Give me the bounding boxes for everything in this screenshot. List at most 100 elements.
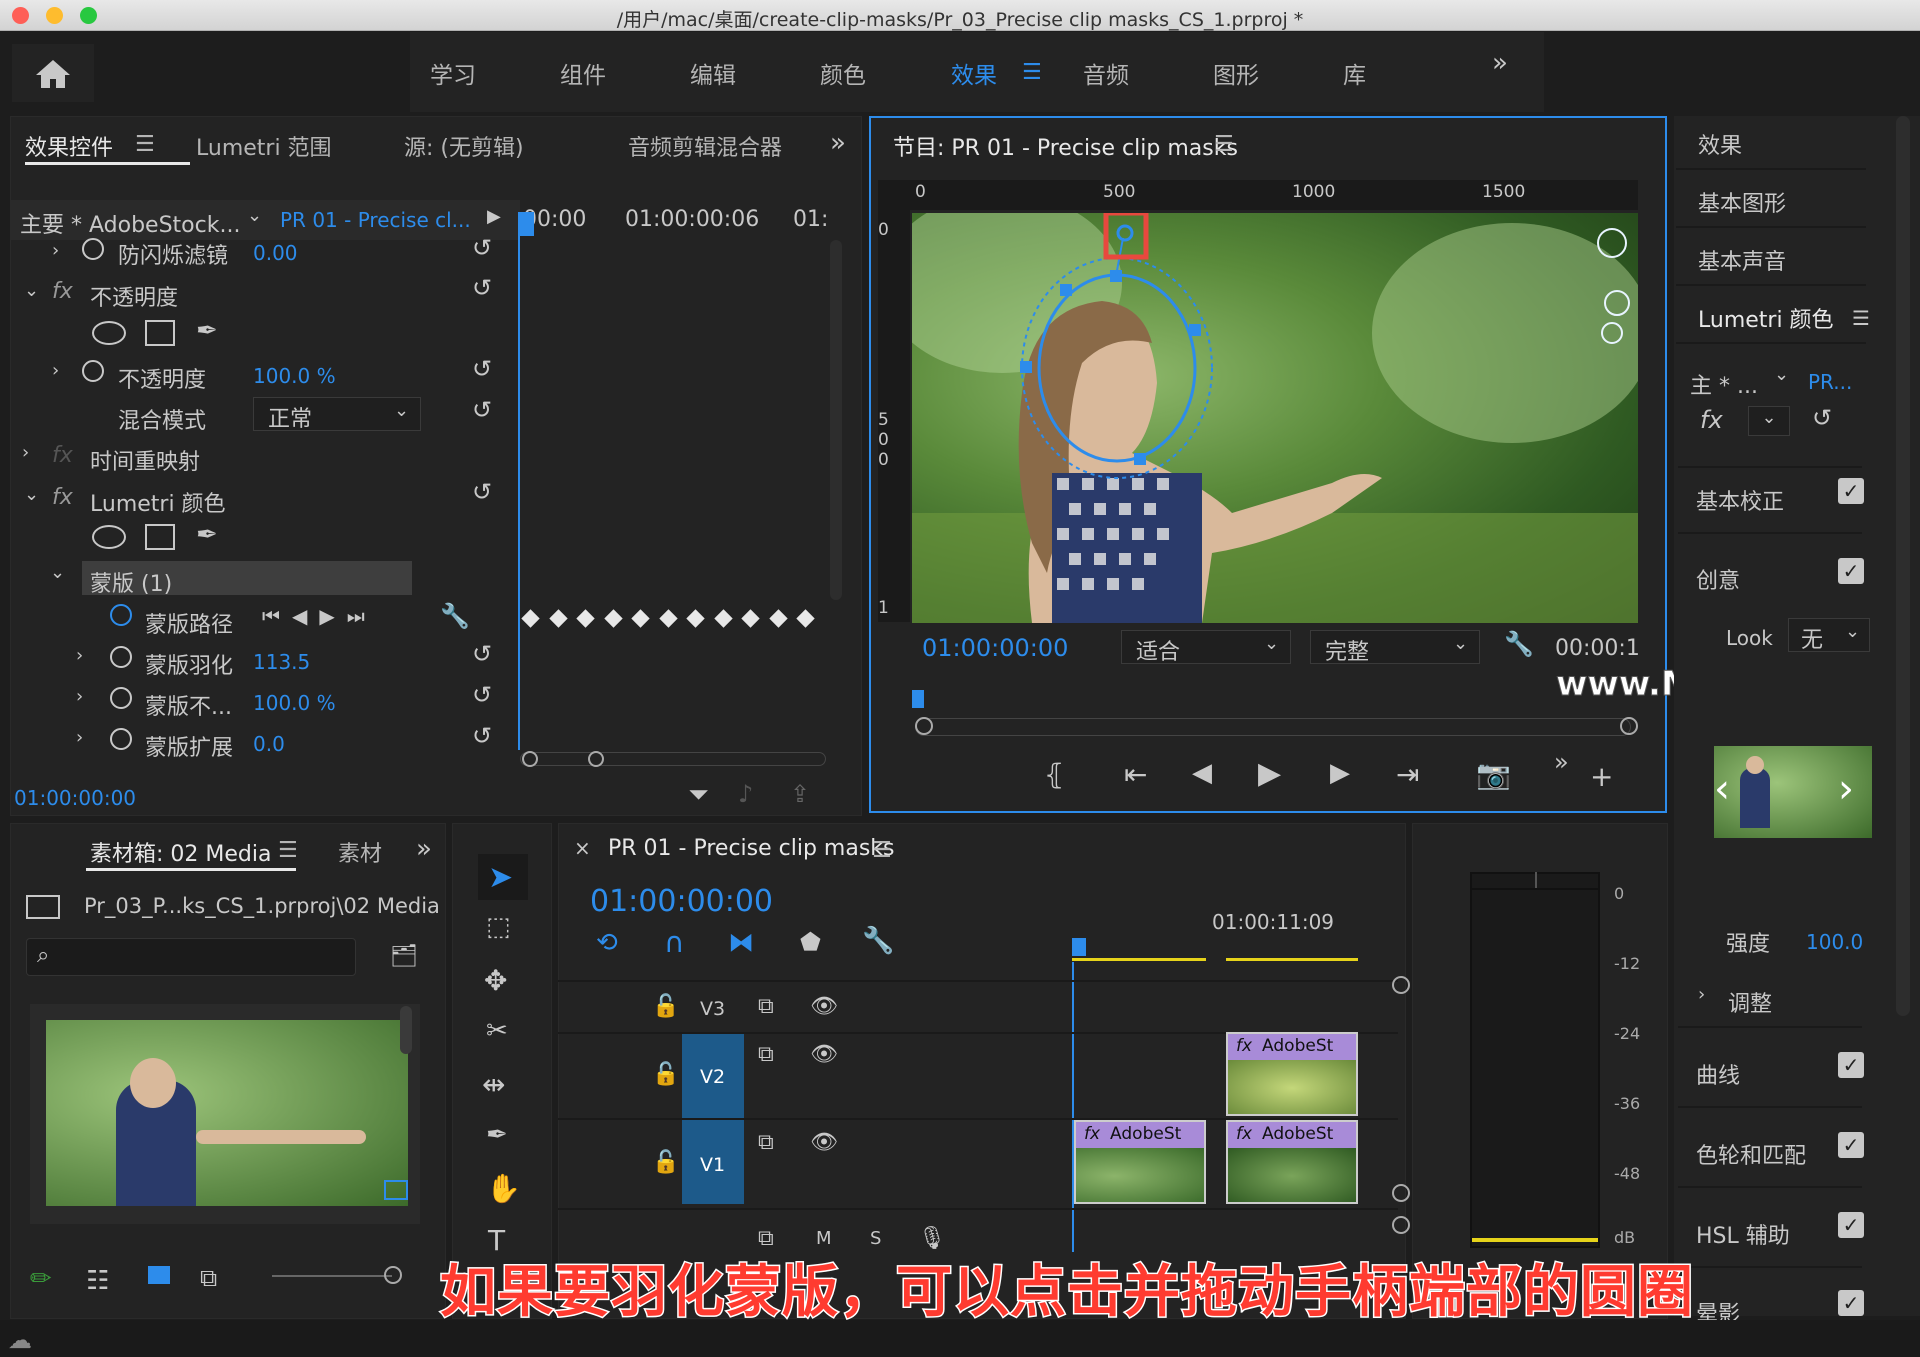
fx-icon[interactable]: fx xyxy=(52,443,73,468)
stopwatch-icon[interactable] xyxy=(110,728,132,750)
panel-menu-icon[interactable]: ☰ xyxy=(1214,132,1234,157)
close-sequence-icon[interactable]: × xyxy=(574,836,591,860)
settings-wrench-icon[interactable]: 🔧 xyxy=(1504,630,1534,658)
mask-feather-value[interactable]: 113.5 xyxy=(253,650,310,674)
keyframe-diamond[interactable] xyxy=(603,609,623,628)
tab-bin-2[interactable]: 素材 xyxy=(338,836,382,868)
sync-lock-icon[interactable]: ⧉ xyxy=(758,1130,774,1155)
program-zoom-bar[interactable] xyxy=(915,718,1631,736)
track-v2[interactable]: V2 xyxy=(700,1066,725,1088)
program-timecode[interactable]: 01:00:00:00 xyxy=(922,634,1068,662)
keyframe-diamond[interactable] xyxy=(631,609,650,628)
icon-view-icon[interactable] xyxy=(148,1266,170,1284)
workspace-tab-color[interactable]: 颜色 xyxy=(820,56,866,90)
razor-tool-icon[interactable]: ✂ xyxy=(486,1016,508,1046)
ellipse-mask-icon[interactable] xyxy=(92,525,126,549)
wrench-icon[interactable]: 🔧 xyxy=(440,602,470,630)
add-button-icon[interactable]: + xyxy=(1590,760,1613,793)
quality-select[interactable]: 完整 ⌄ xyxy=(1310,630,1480,665)
tab-lumetri-scopes[interactable]: Lumetri 范围 xyxy=(196,130,332,162)
mark-in-icon[interactable]: ⦃ xyxy=(1044,758,1065,791)
workspace-tab-effects[interactable]: 效果 xyxy=(951,56,997,90)
look-select[interactable]: 无 ⌄ xyxy=(1788,618,1870,653)
reset-icon[interactable]: ↺ xyxy=(472,234,492,262)
sequence-tab[interactable]: PR 01 - Precise clip masks xyxy=(608,836,895,861)
stopwatch-icon[interactable] xyxy=(110,687,132,709)
stopwatch-icon[interactable] xyxy=(110,604,132,626)
pen-mask-icon[interactable]: ✒ xyxy=(196,316,218,346)
lock-icon[interactable]: 🔓 xyxy=(652,1062,679,1087)
pen-tool-icon[interactable]: ✒ xyxy=(486,1120,508,1150)
timeline-timecode[interactable]: 01:00:00:00 xyxy=(590,884,773,919)
tab-audio-clip-mixer[interactable]: 音频剪辑混合器 xyxy=(628,130,782,162)
chevron-down-icon[interactable]: ⌄ xyxy=(247,205,262,226)
bin-search-input[interactable]: ⌕ xyxy=(26,938,356,976)
workspace-menu-icon[interactable]: ☰ xyxy=(1022,60,1042,85)
bin-scrollbar[interactable] xyxy=(400,1006,412,1054)
opacity-value[interactable]: 100.0 % xyxy=(253,364,336,388)
eye-icon[interactable]: 👁 xyxy=(810,994,838,1019)
tab-essential-sound[interactable]: 基本声音 xyxy=(1676,232,1866,286)
antiflicker-value[interactable]: 0.00 xyxy=(253,241,298,265)
lumetri-source[interactable]: 主 * ... xyxy=(1690,368,1758,400)
panel-overflow-button[interactable]: » xyxy=(416,834,432,864)
mask-track-controls[interactable]: ⏮◀▶⏭ xyxy=(262,604,377,628)
blend-mode-select[interactable]: 正常 ⌄ xyxy=(253,397,421,432)
keyframe-diamond[interactable] xyxy=(796,609,815,628)
ec-scrollbar[interactable] xyxy=(830,240,842,600)
timeline-audio-scroll[interactable] xyxy=(1392,1216,1410,1234)
tab-source[interactable]: 源: (无剪辑) xyxy=(404,130,524,162)
section-hsl[interactable]: HSL 辅助 xyxy=(1696,1218,1790,1250)
freeform-view-icon[interactable]: ⧉ xyxy=(200,1264,217,1292)
fx-icon[interactable]: fx xyxy=(1700,406,1723,434)
creative-checkbox[interactable]: ✓ xyxy=(1838,558,1864,584)
reset-icon[interactable]: ↺ xyxy=(472,478,492,506)
linked-selection-icon[interactable]: ⧓ xyxy=(728,928,754,958)
workspace-tab-editing[interactable]: 编辑 xyxy=(690,56,736,90)
list-view-icon[interactable]: ☷ xyxy=(86,1266,109,1296)
vignette-checkbox[interactable]: ✓ xyxy=(1838,1290,1864,1316)
workspace-tab-graphics[interactable]: 图形 xyxy=(1213,56,1259,90)
step-forward-icon[interactable]: ▶ xyxy=(1330,758,1350,788)
keyframe-diamond[interactable] xyxy=(741,609,760,628)
workspace-tab-learn[interactable]: 学习 xyxy=(430,56,476,90)
keyframe-diamond[interactable] xyxy=(686,609,705,628)
step-back-icon[interactable]: ◀ xyxy=(1192,758,1212,788)
creative-cloud-icon[interactable]: ☁ xyxy=(8,1326,32,1354)
reset-icon[interactable]: ↺ xyxy=(472,681,492,709)
ellipse-mask-icon[interactable] xyxy=(92,321,126,345)
tab-effects[interactable]: 效果 xyxy=(1676,116,1866,170)
lock-icon[interactable]: 🔓 xyxy=(652,994,679,1019)
fx-icon[interactable]: fx xyxy=(52,279,73,304)
folder-up-icon[interactable] xyxy=(26,895,60,919)
workspace-tab-audio[interactable]: 音频 xyxy=(1083,56,1129,90)
go-to-in-icon[interactable]: ⇤ xyxy=(1124,758,1147,791)
keyframe-diamond[interactable] xyxy=(521,609,540,628)
curves-checkbox[interactable]: ✓ xyxy=(1838,1052,1864,1078)
timeline-vscroll-bottom[interactable] xyxy=(1392,1184,1410,1202)
fx-dropdown[interactable]: ⌄ xyxy=(1748,406,1790,436)
ec-timecode[interactable]: 01:00:00:00 xyxy=(14,786,136,810)
play-icon[interactable]: ▶ xyxy=(1258,756,1281,791)
go-to-out-icon[interactable]: ⇥ xyxy=(1396,758,1419,791)
play-only-icon[interactable]: ▶ xyxy=(487,206,501,227)
selection-tool[interactable]: ➤ xyxy=(478,854,528,900)
look-preview[interactable]: ‹ › xyxy=(1714,746,1872,838)
keyframe-diamond[interactable] xyxy=(548,609,568,628)
workspace-overflow-button[interactable]: » xyxy=(1468,32,1544,112)
tab-bin[interactable]: 素材箱: 02 Media xyxy=(90,836,271,868)
export-icon[interactable]: ⇪ xyxy=(790,780,810,808)
timeline-vscroll-top[interactable] xyxy=(1392,976,1410,994)
eye-icon[interactable]: 👁 xyxy=(810,1042,838,1067)
reset-icon[interactable]: ↺ xyxy=(472,722,492,750)
bin-item[interactable] xyxy=(30,1004,420,1224)
section-color-wheels[interactable]: 色轮和匹配 xyxy=(1696,1138,1806,1170)
basic-correction-checkbox[interactable]: ✓ xyxy=(1838,478,1864,504)
nest-toggle-icon[interactable]: ⟲ xyxy=(596,928,618,958)
new-search-bin-icon[interactable]: 🗂 xyxy=(390,944,418,969)
tab-lumetri-color[interactable]: Lumetri 颜色 xyxy=(1676,290,1866,344)
section-creative[interactable]: 创意 xyxy=(1696,563,1740,595)
pencil-icon[interactable]: ✏ xyxy=(30,1264,52,1294)
timeline-settings-icon[interactable]: 🔧 xyxy=(862,926,894,956)
hand-tool-icon[interactable]: ✋ xyxy=(486,1172,521,1205)
